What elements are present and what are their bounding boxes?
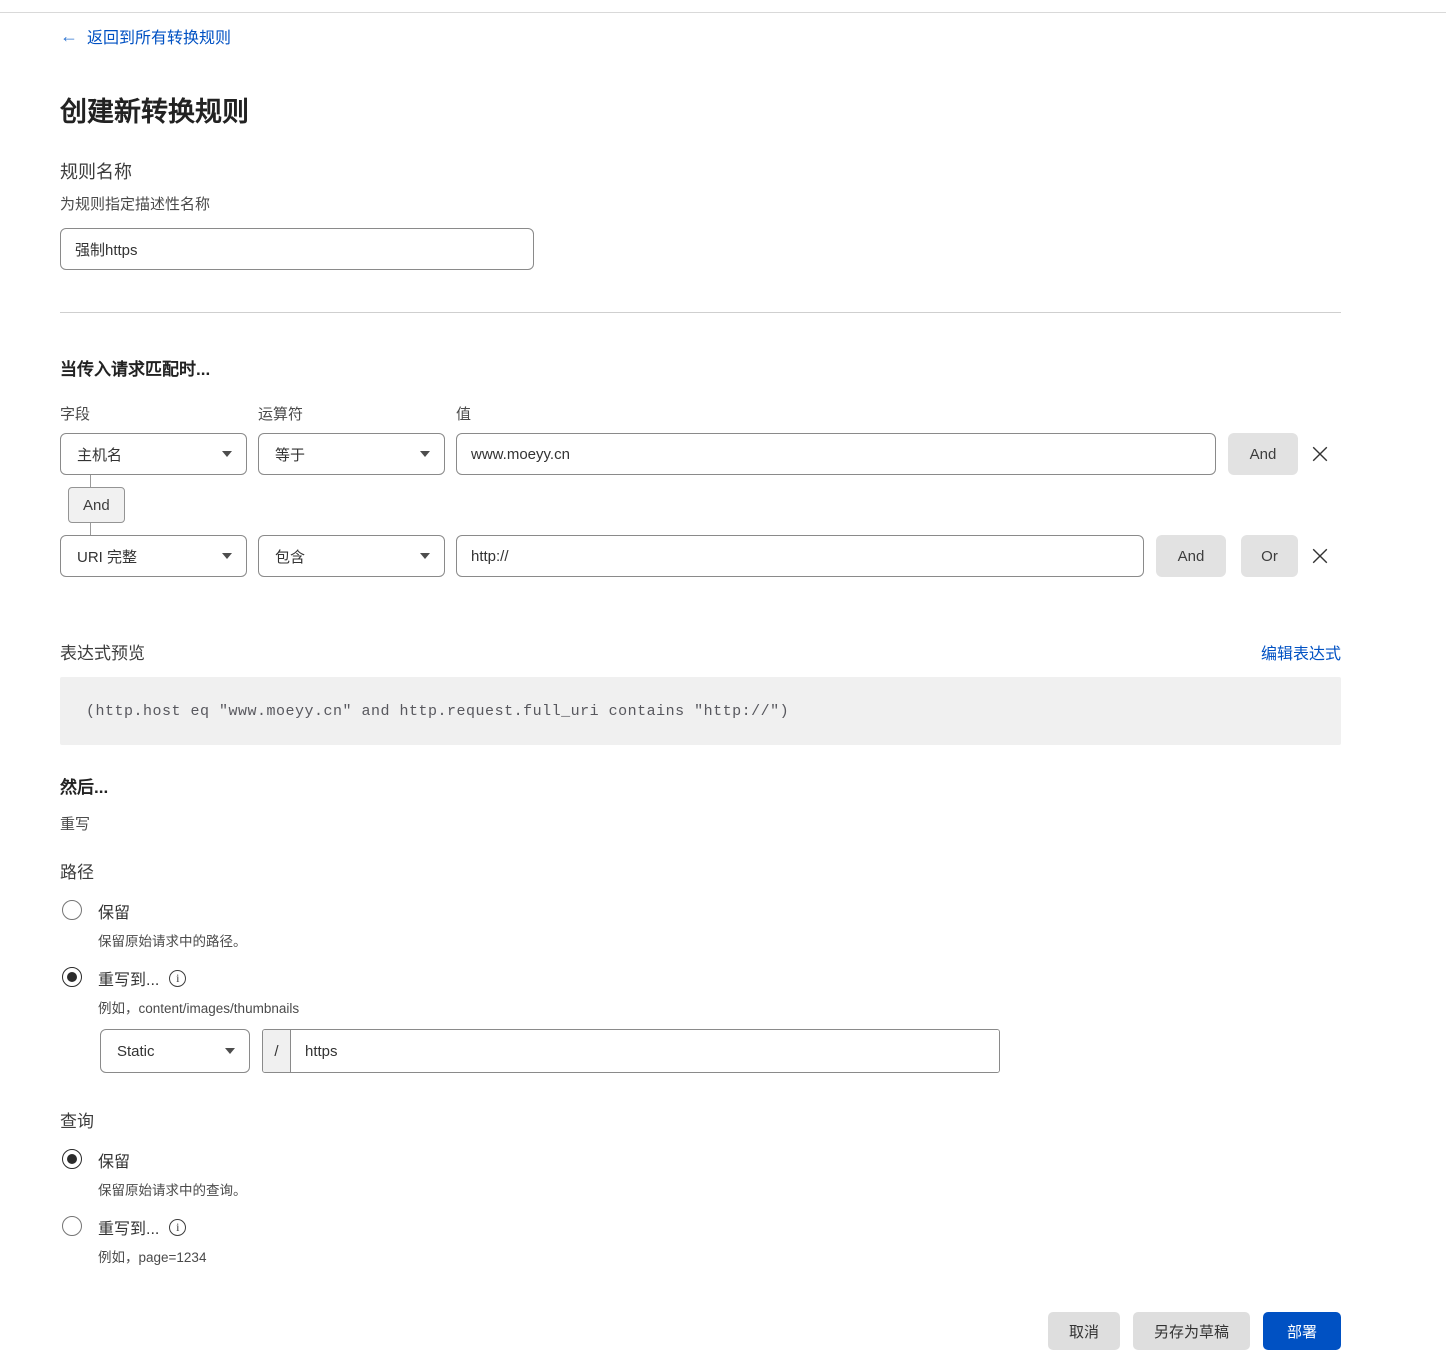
rule-name-label: 规则名称 [60,158,1341,184]
condition-row: URI 完整 包含 And Or [60,535,1341,577]
operator-select-value: 等于 [275,444,305,465]
radio-checked[interactable] [62,967,82,987]
connector-and-button[interactable]: And [68,487,125,523]
close-icon [1311,445,1329,463]
rule-name-input[interactable] [60,228,534,270]
radio-checked[interactable] [62,1149,82,1169]
save-as-draft-button[interactable]: 另存为草稿 [1133,1312,1250,1350]
cancel-button[interactable]: 取消 [1048,1312,1120,1350]
radio-option-description: 例如，content/images/thumbnails [98,997,1000,1017]
add-and-condition-button[interactable]: And [1228,433,1298,475]
add-or-condition-button[interactable]: Or [1241,535,1298,577]
info-icon[interactable]: i [169,970,186,987]
radio-option-description: 保留原始请求中的路径。 [98,930,247,950]
then-section-heading: 然后... [60,773,1341,798]
rewrite-path-field: / [262,1029,1000,1073]
field-select[interactable]: 主机名 [60,433,247,475]
query-preserve-option: 保留 保留原始请求中的查询。 [60,1148,1341,1199]
radio-option-label: 重写到... [98,1215,159,1239]
caret-down-icon [420,451,430,457]
action-type-label: 重写 [60,813,1341,834]
remove-condition-button[interactable] [1298,445,1341,463]
caret-down-icon [222,451,232,457]
section-divider [60,312,1341,313]
rewrite-type-value: Static [117,1043,155,1060]
operator-select[interactable]: 等于 [258,433,445,475]
connector-line [90,475,91,487]
main-content: ← 返回到所有转换规则 创建新转换规则 规则名称 为规则指定描述性名称 当传入请… [0,13,1446,1350]
footer-actions: 取消 另存为草稿 部署 [60,1312,1341,1350]
path-prefix-slash: / [263,1030,291,1072]
add-and-condition-button[interactable]: And [1156,535,1226,577]
radio-unchecked[interactable] [62,1216,82,1236]
deploy-button[interactable]: 部署 [1263,1312,1341,1350]
field-select-value: 主机名 [77,444,122,465]
edit-expression-link[interactable]: 编辑表达式 [1261,640,1341,664]
condition-column-headers: 字段 运算符 值 [60,403,1341,424]
condition-connector: And [68,475,1341,535]
field-select[interactable]: URI 完整 [60,535,247,577]
expression-code: (http.host eq "www.moeyy.cn" and http.re… [86,703,789,720]
radio-option-description: 保留原始请求中的查询。 [98,1179,247,1199]
caret-down-icon [225,1048,235,1054]
connector-line [90,523,91,535]
condition-value-input[interactable] [456,535,1144,577]
expression-preview-label: 表达式预览 [60,639,145,664]
path-rewrite-controls: Static / [100,1029,1000,1073]
field-select-value: URI 完整 [77,546,137,567]
radio-option-description: 例如，page=1234 [98,1246,206,1266]
match-section-heading: 当传入请求匹配时... [60,355,1341,380]
rewrite-type-select[interactable]: Static [100,1029,250,1073]
caret-down-icon [222,553,232,559]
radio-option-label: 保留 [98,1148,130,1172]
condition-row: 主机名 等于 And [60,433,1341,475]
value-column-label: 值 [456,403,1341,424]
info-icon[interactable]: i [169,1219,186,1236]
query-group-label: 查询 [60,1107,1341,1132]
back-to-rules-link[interactable]: ← 返回到所有转换规则 [60,24,231,48]
rewrite-path-input[interactable] [291,1030,999,1072]
expression-preview-box: (http.host eq "www.moeyy.cn" and http.re… [60,677,1341,745]
rule-name-description: 为规则指定描述性名称 [60,193,1341,214]
close-icon [1311,547,1329,565]
operator-select[interactable]: 包含 [258,535,445,577]
back-arrow-icon: ← [60,27,78,45]
condition-value-input[interactable] [456,433,1216,475]
caret-down-icon [420,553,430,559]
path-preserve-option: 保留 保留原始请求中的路径。 [60,899,1341,950]
radio-option-label: 保留 [98,899,130,923]
page-title: 创建新转换规则 [60,90,1341,129]
operator-select-value: 包含 [275,546,305,567]
query-rewrite-option: 重写到... i 例如，page=1234 [60,1215,1341,1266]
operator-column-label: 运算符 [258,403,456,424]
radio-unchecked[interactable] [62,900,82,920]
path-rewrite-option: 重写到... i 例如，content/images/thumbnails St… [60,966,1341,1073]
back-link-label: 返回到所有转换规则 [87,24,231,48]
expression-header: 表达式预览 编辑表达式 [60,639,1341,664]
path-group-label: 路径 [60,858,1341,883]
remove-condition-button[interactable] [1298,547,1341,565]
radio-option-label: 重写到... [98,966,159,990]
field-column-label: 字段 [60,403,258,424]
page-top-divider [0,0,1446,13]
